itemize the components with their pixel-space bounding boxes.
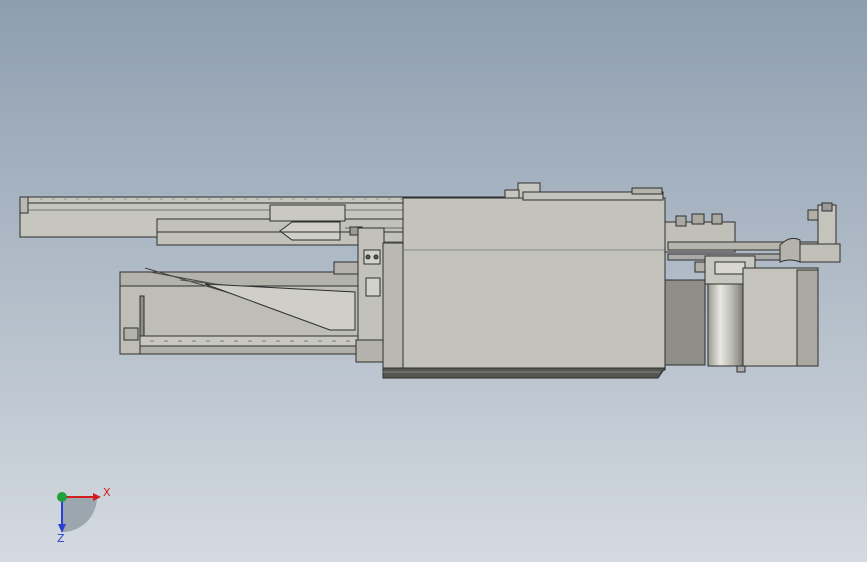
main-housing — [382, 187, 666, 379]
lower-frame — [119, 261, 359, 355]
cad-canvas[interactable] — [0, 0, 867, 562]
x-axis-label: X — [103, 486, 111, 499]
vertical-column — [355, 227, 387, 363]
y-axis-dot — [57, 492, 67, 502]
z-axis-label: Z — [57, 532, 65, 545]
cad-viewport[interactable]: X Z — [0, 0, 867, 562]
